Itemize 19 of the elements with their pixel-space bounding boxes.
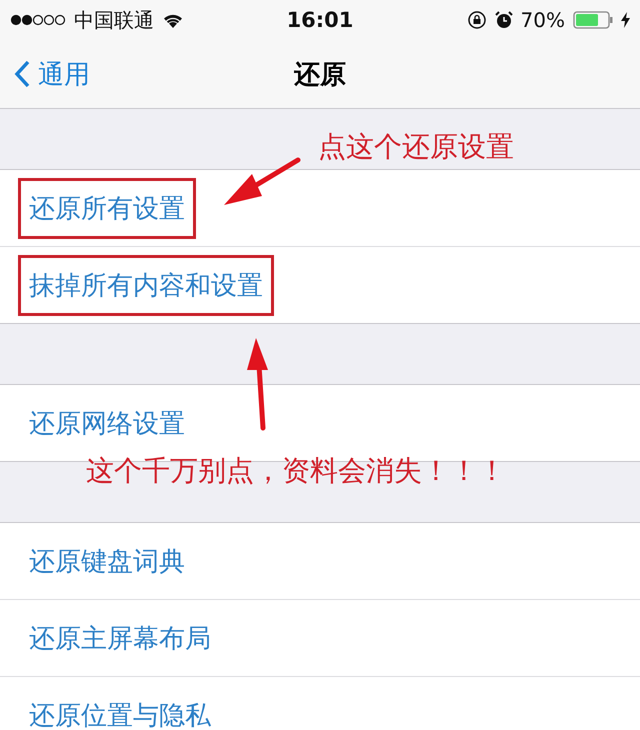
rotation-lock-icon: [466, 10, 487, 30]
reset-option[interactable]: 还原键盘词典: [18, 530, 196, 592]
wifi-icon: [162, 12, 184, 28]
annotation-text: 这个千万别点，资料会消失！！！: [86, 453, 506, 489]
reset-option[interactable]: 还原主屏幕布局: [18, 608, 222, 668]
battery-icon: [572, 11, 613, 29]
annotation-text: 点这个还原设置: [318, 129, 514, 165]
alarm-icon: [494, 11, 513, 29]
reset-option[interactable]: 还原位置与隐私: [18, 684, 222, 730]
signal-icon: [10, 14, 66, 26]
reset-option[interactable]: 抹掉所有内容和设置: [18, 254, 274, 316]
reset-option[interactable]: 还原所有设置: [18, 178, 196, 238]
chevron-left-icon: [14, 60, 30, 88]
battery-percent: 70%: [520, 8, 565, 32]
carrier-name: 中国联通: [74, 6, 154, 34]
charging-icon: [620, 12, 630, 28]
page-title: 还原: [294, 58, 346, 92]
clock-time: 16:01: [286, 8, 354, 32]
back-button[interactable]: 通用: [0, 56, 90, 92]
